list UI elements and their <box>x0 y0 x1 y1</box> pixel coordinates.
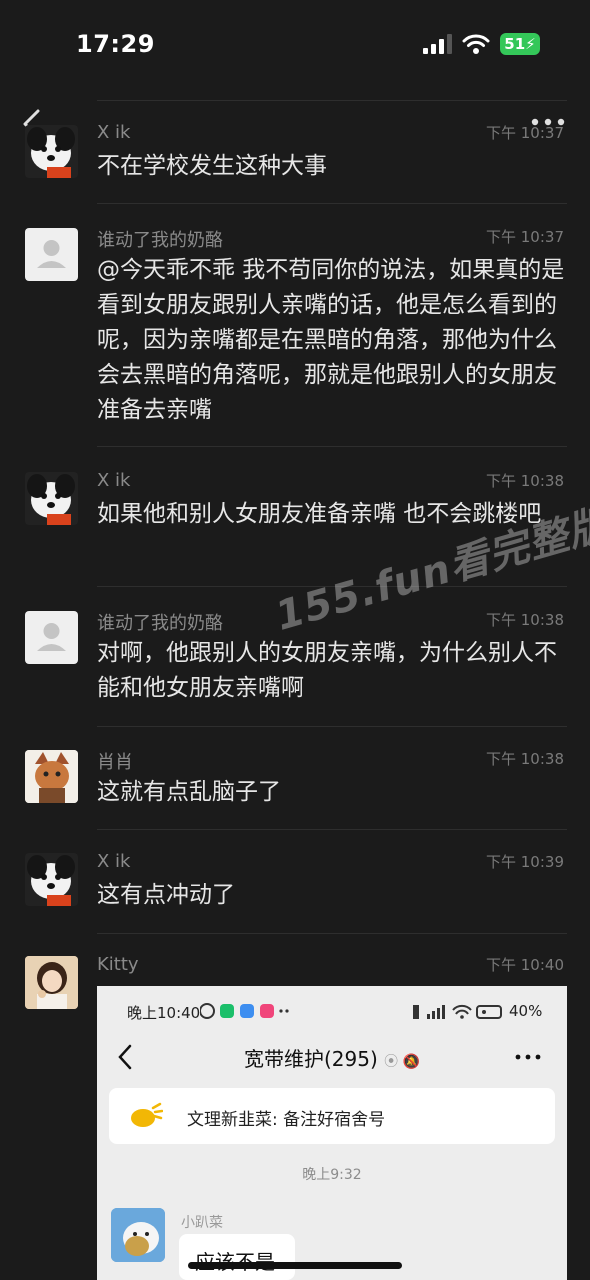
embedded-status-bar: 晚上10:40 40% <box>97 986 567 1034</box>
embedded-battery: 40% <box>509 1002 543 1020</box>
comment-text: 对啊，他跟别人的女朋友亲嘴，为什么别人不能和他女朋友亲嘴啊 <box>97 640 557 701</box>
dog-avatar[interactable] <box>25 472 78 525</box>
divider <box>97 726 567 727</box>
comment-time: 下午 10:38 <box>486 750 564 768</box>
comment-author[interactable]: Kitty <box>97 954 139 975</box>
comment-author[interactable]: 谁动了我的奶酪 <box>97 226 223 252</box>
comment-time: 下午 10:38 <box>486 611 564 629</box>
embedded-mute-icon: ⦿ 🔕 <box>384 1054 421 1070</box>
comment-text: 这有点冲动了 <box>97 882 235 908</box>
embedded-notice-text: 文理新韭菜: 备注好宿舍号 <box>187 1110 386 1130</box>
default-avatar[interactable] <box>25 611 78 664</box>
girl-avatar[interactable] <box>25 956 78 1009</box>
cat-avatar[interactable] <box>25 750 78 803</box>
charging-icon: ⚡ <box>525 35 536 53</box>
comment-text: 这就有点乱脑子了 <box>97 779 281 805</box>
comment-author[interactable]: X ik <box>97 122 130 143</box>
comment-author[interactable]: X ik <box>97 470 130 491</box>
comment-time: 下午 10:39 <box>486 853 564 871</box>
comment-author[interactable]: 谁动了我的奶酪 <box>97 609 223 635</box>
divider <box>97 933 567 934</box>
battery-indicator: 51⚡ <box>500 33 540 55</box>
wifi-icon <box>462 34 490 54</box>
embedded-signal-wifi-icons <box>413 1004 502 1019</box>
embedded-nav-bar: 宽带维护(295) ⦿ 🔕 <box>97 1034 567 1082</box>
comment-author[interactable]: 肖肖 <box>97 748 133 774</box>
embedded-sender-avatar <box>111 1208 165 1262</box>
default-avatar[interactable] <box>25 228 78 281</box>
embedded-more-icon <box>515 1054 541 1060</box>
comment-time: 下午 10:38 <box>486 472 564 490</box>
comment-text: @今天乖不乖 我不苟同你的说法，如果真的是看到女朋友跟别人亲嘴的话，他是怎么看到… <box>97 257 565 423</box>
comment-author[interactable]: X ik <box>97 851 130 872</box>
status-bar: 17:29 51⚡ <box>0 0 590 90</box>
divider <box>97 446 567 447</box>
divider <box>97 203 567 204</box>
embedded-status-time: 晚上10:40 <box>127 1004 201 1022</box>
comment-time: 下午 10:37 <box>486 228 564 246</box>
cellular-signal-icon <box>423 34 452 54</box>
attached-screenshot[interactable]: 晚上10:40 40% 宽带维护(295) ⦿ 🔕 文理新韭菜: 备注好宿舍号 … <box>97 986 567 1280</box>
divider <box>97 100 567 101</box>
divider <box>97 829 567 830</box>
dog-avatar[interactable] <box>25 125 78 178</box>
embedded-chat-title: 宽带维护(295) ⦿ 🔕 <box>97 1043 567 1072</box>
embedded-message-text: 应该不是 <box>195 1246 275 1275</box>
embedded-status-icons <box>199 1002 290 1024</box>
embedded-sender-name: 小趴菜 <box>181 1215 223 1231</box>
embedded-pinned-notice: 文理新韭菜: 备注好宿舍号 <box>109 1088 555 1144</box>
embedded-message-bubble: 应该不是 <box>179 1234 295 1280</box>
embedded-app-icons <box>199 1003 289 1019</box>
embedded-chat-title-text: 宽带维护(295) <box>243 1047 378 1071</box>
comment-text: 不在学校发生这种大事 <box>97 153 327 179</box>
embedded-timestamp: 晚上9:32 <box>302 1167 362 1183</box>
status-time: 17:29 <box>76 30 155 58</box>
comment-time: 下午 10:37 <box>486 124 564 142</box>
embedded-announcement-icon <box>131 1102 163 1127</box>
dog-avatar[interactable] <box>25 853 78 906</box>
home-indicator <box>188 1262 402 1269</box>
battery-level: 51 <box>504 35 526 53</box>
comment-time: 下午 10:40 <box>486 956 564 974</box>
